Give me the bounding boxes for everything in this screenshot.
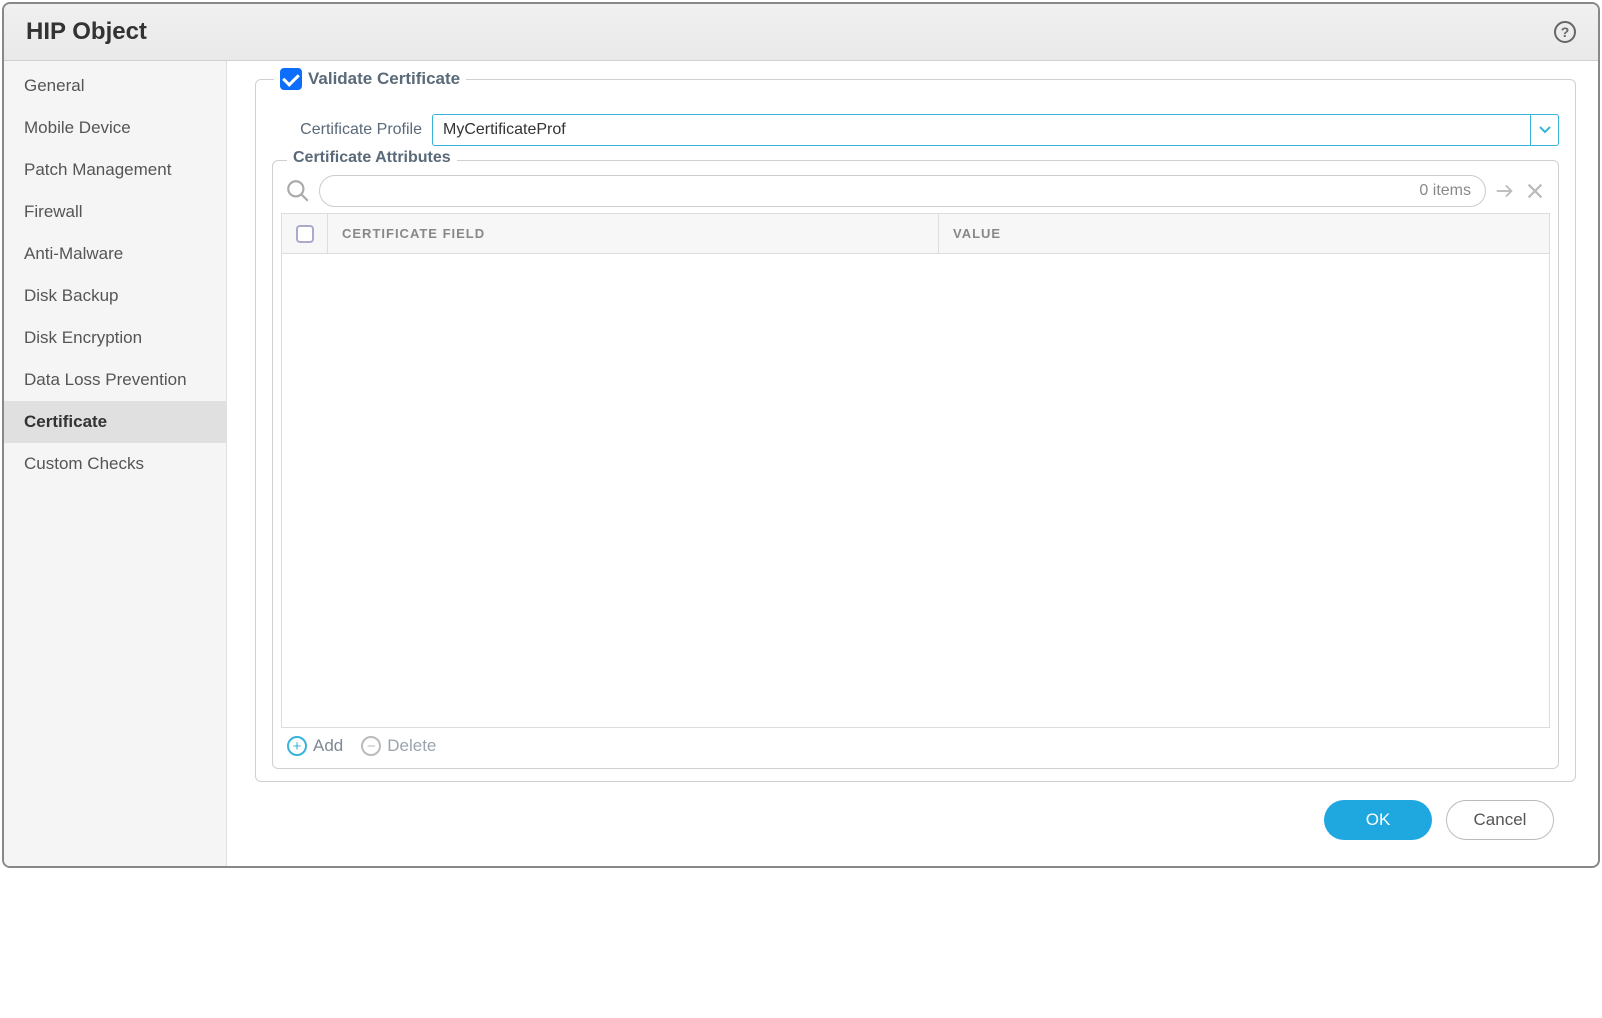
sidebar-item-label: General — [24, 76, 84, 95]
sidebar: General Mobile Device Patch Management F… — [4, 61, 227, 866]
sidebar-item-anti-malware[interactable]: Anti-Malware — [4, 233, 226, 275]
ok-label: OK — [1366, 810, 1391, 830]
sidebar-item-firewall[interactable]: Firewall — [4, 191, 226, 233]
sidebar-item-label: Patch Management — [24, 160, 171, 179]
sidebar-item-general[interactable]: General — [4, 65, 226, 107]
add-button[interactable]: + Add — [287, 736, 343, 756]
ok-button[interactable]: OK — [1324, 800, 1432, 840]
select-all-checkbox[interactable] — [296, 225, 314, 243]
delete-label: Delete — [387, 736, 436, 756]
table-body — [282, 254, 1549, 727]
certificate-profile-select[interactable] — [432, 114, 1559, 146]
certificate-attributes-label: Certificate Attributes — [287, 149, 457, 167]
table-header: CERTIFICATE FIELD VALUE — [282, 214, 1549, 254]
close-icon[interactable] — [1524, 180, 1546, 202]
dialog-footer: OK Cancel — [255, 782, 1576, 858]
certificate-profile-input[interactable] — [433, 115, 1530, 145]
sidebar-item-label: Custom Checks — [24, 454, 144, 473]
validate-certificate-legend: Validate Certificate — [274, 68, 466, 90]
add-label: Add — [313, 736, 343, 756]
validate-certificate-fieldset: Validate Certificate Certificate Profile… — [255, 79, 1576, 782]
minus-icon: − — [361, 736, 381, 756]
sidebar-item-patch-management[interactable]: Patch Management — [4, 149, 226, 191]
attributes-footer: + Add − Delete — [277, 728, 1554, 764]
sidebar-item-label: Mobile Device — [24, 118, 131, 137]
sidebar-item-label: Certificate — [24, 412, 107, 431]
sidebar-item-label: Firewall — [24, 202, 83, 221]
sidebar-item-label: Data Loss Prevention — [24, 370, 187, 389]
select-all-cell — [282, 214, 328, 253]
items-count: 0 items — [1419, 182, 1471, 200]
dialog-body: General Mobile Device Patch Management F… — [4, 61, 1598, 866]
certificate-profile-row: Certificate Profile — [272, 114, 1559, 146]
chevron-down-icon[interactable] — [1530, 115, 1558, 145]
sidebar-item-mobile-device[interactable]: Mobile Device — [4, 107, 226, 149]
sidebar-item-data-loss-prevention[interactable]: Data Loss Prevention — [4, 359, 226, 401]
sidebar-item-label: Disk Backup — [24, 286, 118, 305]
attributes-table: CERTIFICATE FIELD VALUE — [281, 213, 1550, 728]
validate-certificate-checkbox[interactable] — [280, 68, 302, 90]
sidebar-item-disk-encryption[interactable]: Disk Encryption — [4, 317, 226, 359]
sidebar-item-certificate[interactable]: Certificate — [4, 401, 226, 443]
search-field[interactable]: 0 items — [319, 175, 1486, 207]
validate-certificate-label: Validate Certificate — [308, 69, 460, 89]
search-icon[interactable] — [285, 178, 311, 204]
sidebar-item-label: Disk Encryption — [24, 328, 142, 347]
hip-object-dialog: HIP Object ? General Mobile Device Patch… — [2, 2, 1600, 868]
plus-icon: + — [287, 736, 307, 756]
help-icon[interactable]: ? — [1554, 21, 1576, 43]
certificate-profile-label: Certificate Profile — [272, 121, 432, 139]
certificate-attributes-fieldset: Certificate Attributes 0 items — [272, 160, 1559, 769]
titlebar: HIP Object ? — [4, 4, 1598, 61]
column-value[interactable]: VALUE — [939, 214, 1549, 253]
main-panel: Validate Certificate Certificate Profile… — [227, 61, 1598, 866]
dialog-title: HIP Object — [26, 18, 147, 46]
sidebar-item-custom-checks[interactable]: Custom Checks — [4, 443, 226, 485]
sidebar-item-disk-backup[interactable]: Disk Backup — [4, 275, 226, 317]
column-certificate-field[interactable]: CERTIFICATE FIELD — [328, 214, 939, 253]
delete-button[interactable]: − Delete — [361, 736, 436, 756]
arrow-right-icon[interactable] — [1494, 180, 1516, 202]
sidebar-item-label: Anti-Malware — [24, 244, 123, 263]
cancel-label: Cancel — [1474, 810, 1527, 830]
attributes-toolbar: 0 items — [277, 165, 1554, 213]
cancel-button[interactable]: Cancel — [1446, 800, 1554, 840]
